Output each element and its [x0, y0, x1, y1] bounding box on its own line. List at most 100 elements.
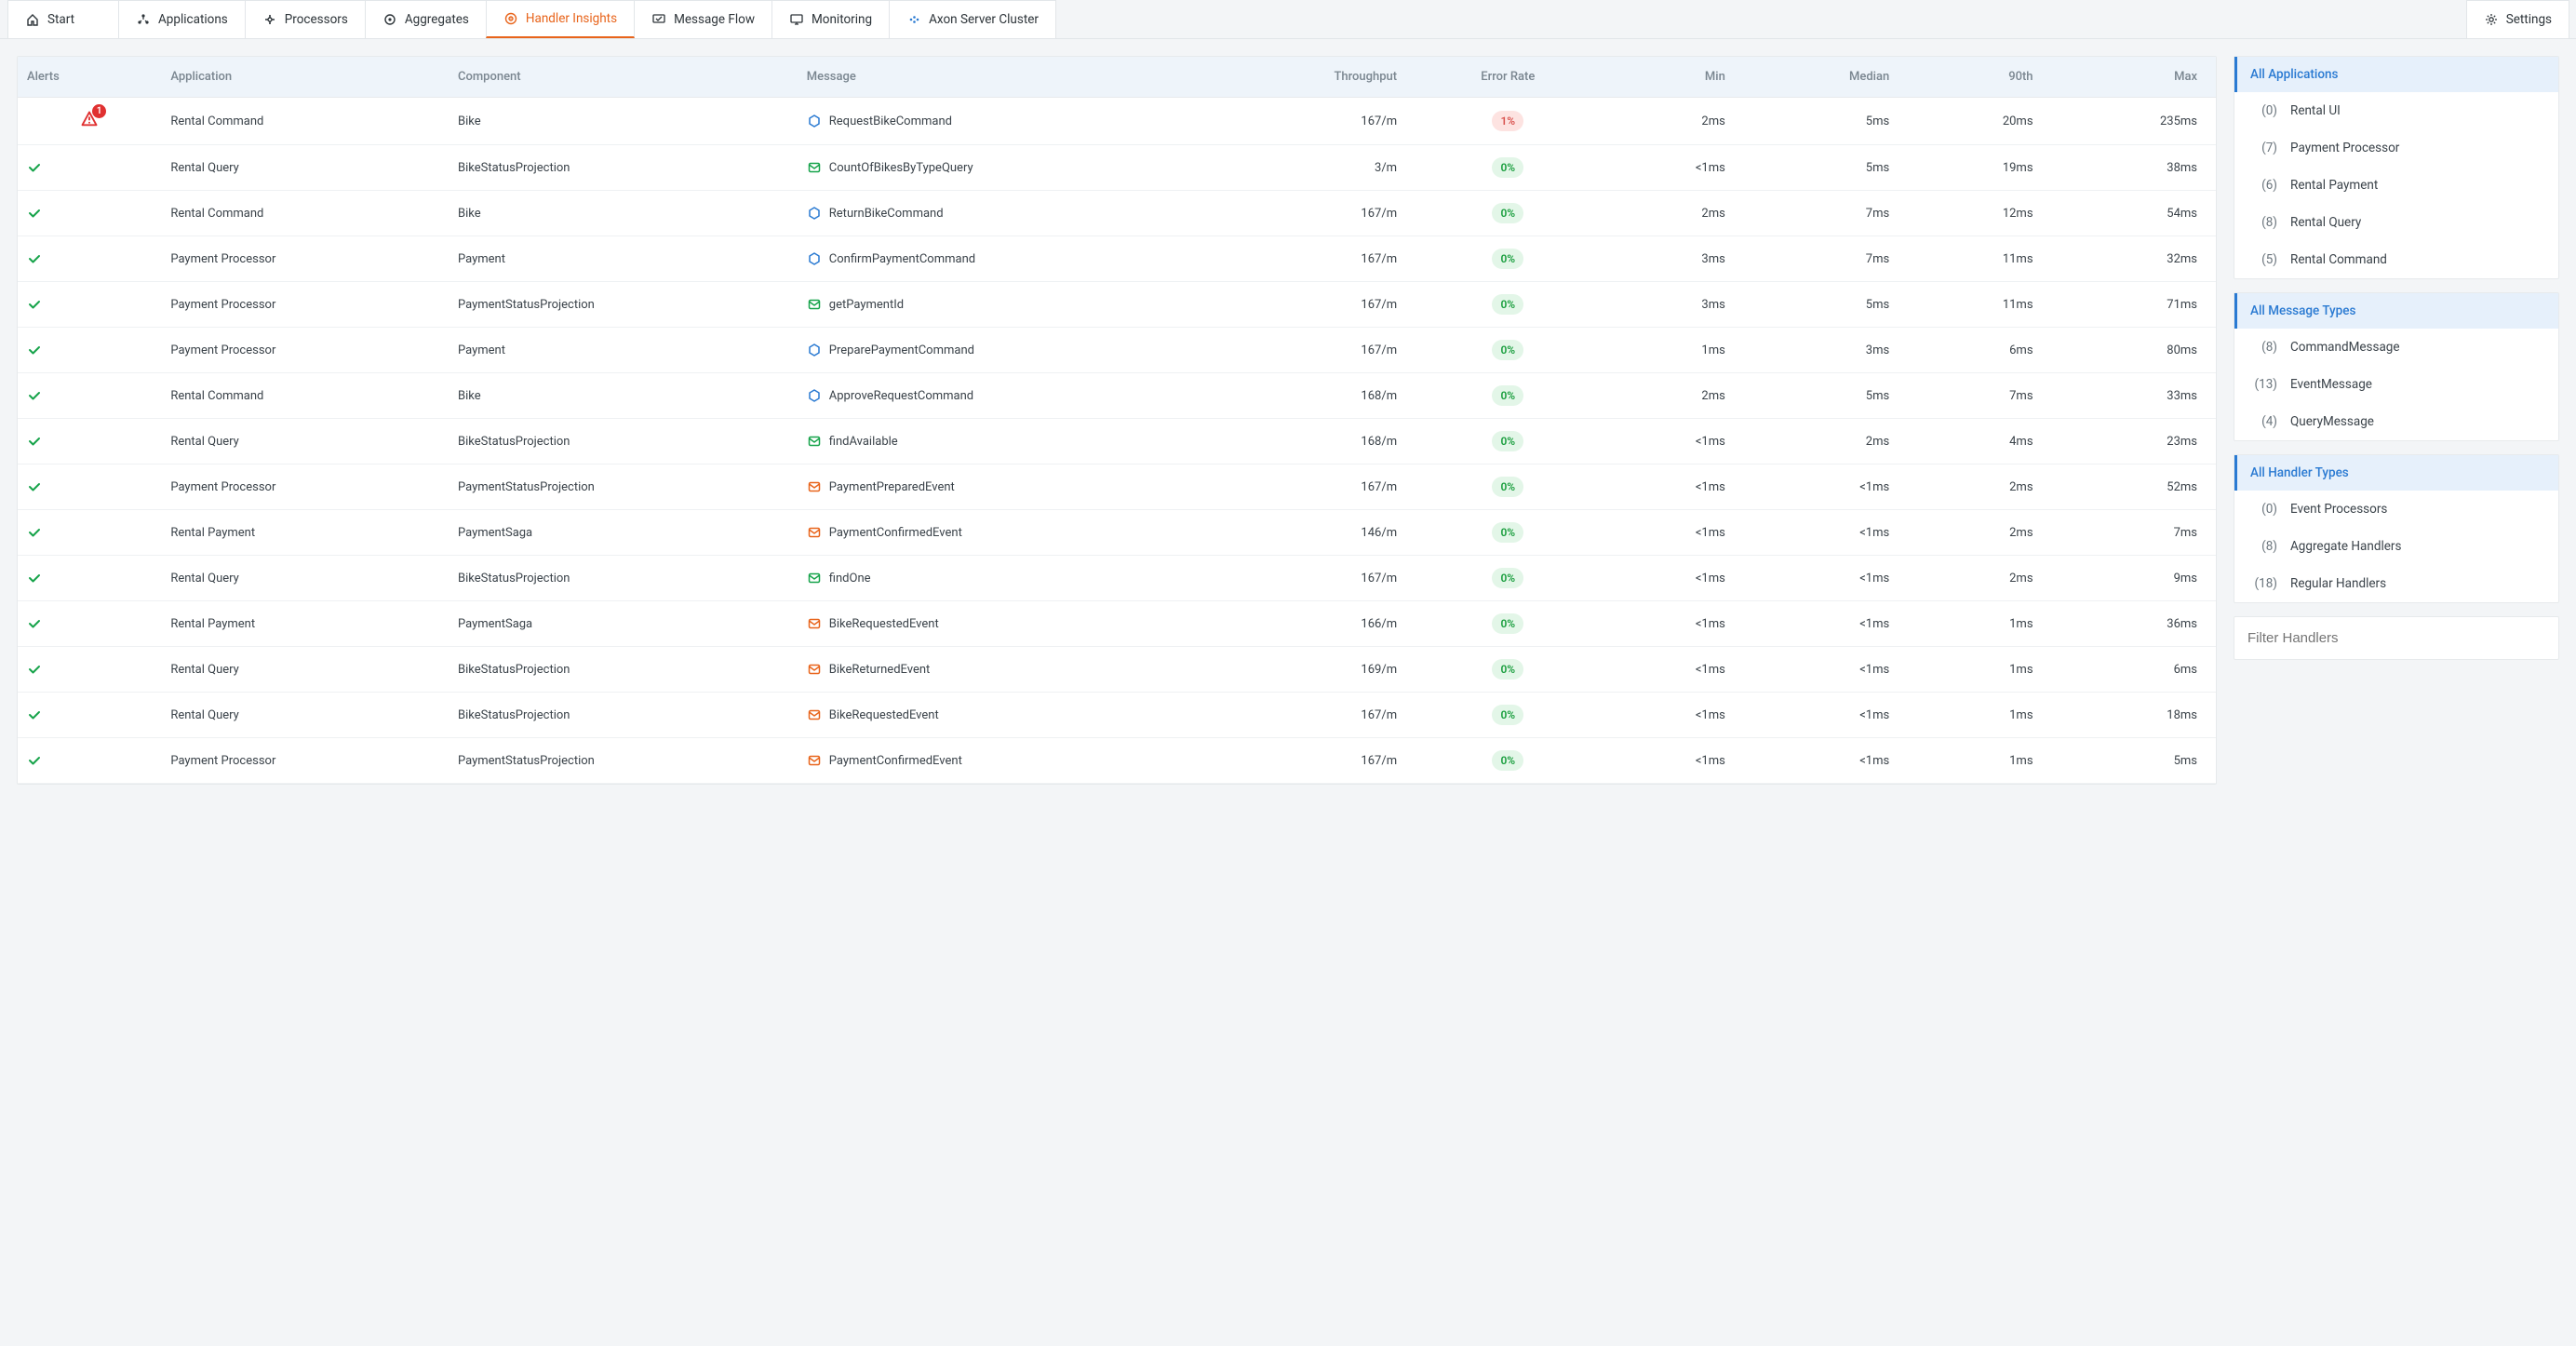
max-cell: 5ms	[2052, 738, 2216, 784]
col-alerts[interactable]: Alerts	[18, 57, 161, 98]
query-icon	[807, 434, 822, 449]
message-name: findAvailable	[829, 435, 898, 449]
table-row[interactable]: Rental CommandBikeApproveRequestCommand1…	[18, 373, 2216, 419]
tab-monitoring[interactable]: Monitoring	[771, 0, 890, 38]
throughput-cell: 166/m	[1211, 601, 1415, 647]
filter-message-types-group: All Message Types (8) CommandMessage (13)E…	[2234, 292, 2559, 441]
table-row[interactable]: Payment ProcessorPaymentPreparePaymentCo…	[18, 328, 2216, 373]
sidebar-item-application[interactable]: (8)Rental Query	[2234, 204, 2558, 241]
sidebar-item-handler-type[interactable]: (8)Aggregate Handlers	[2234, 528, 2558, 565]
col-max[interactable]: Max	[2052, 57, 2216, 98]
alert-cell	[18, 647, 161, 693]
sidebar-item-count: (8)	[2249, 340, 2277, 355]
col-throughput[interactable]: Throughput	[1211, 57, 1415, 98]
error-rate-cell: 0%	[1415, 282, 1600, 328]
col-message[interactable]: Message	[798, 57, 1211, 98]
sidebar-item-handler-type[interactable]: (0)Event Processors	[2234, 491, 2558, 528]
table-row[interactable]: Rental PaymentPaymentSagaBikeRequestedEv…	[18, 601, 2216, 647]
throughput-cell: 168/m	[1211, 419, 1415, 464]
message-cell: getPaymentId	[798, 282, 1211, 328]
message-cell: PreparePaymentCommand	[798, 328, 1211, 373]
max-cell: 33ms	[2052, 373, 2216, 419]
gear-icon	[2484, 12, 2499, 27]
sidebar-item-label: CommandMessage	[2290, 340, 2400, 355]
tab-axon-cluster[interactable]: Axon Server Cluster	[889, 0, 1056, 38]
table-row[interactable]: Rental QueryBikeStatusProjectionBikeRequ…	[18, 693, 2216, 738]
table-row[interactable]: Payment ProcessorPaymentStatusProjection…	[18, 464, 2216, 510]
sidebar-item-application[interactable]: (5)Rental Command	[2234, 241, 2558, 278]
throughput-cell: 169/m	[1211, 647, 1415, 693]
col-90th[interactable]: 90th	[1908, 57, 2051, 98]
table-row[interactable]: Rental QueryBikeStatusProjectionBikeRetu…	[18, 647, 2216, 693]
filter-applications-header[interactable]: All Applications	[2234, 57, 2558, 92]
sidebar-item-label: Rental Command	[2290, 252, 2387, 267]
sidebar-item-message-type[interactable]: (8) CommandMessage	[2234, 329, 2558, 366]
sidebar-item-message-type[interactable]: (13)EventMessage	[2234, 366, 2558, 403]
alert-cell	[18, 556, 161, 601]
median-cell: 5ms	[1744, 373, 1908, 419]
target-icon	[503, 11, 518, 26]
error-rate-cell: 0%	[1415, 328, 1600, 373]
p90-cell: 11ms	[1908, 282, 2051, 328]
tab-aggregates[interactable]: Aggregates	[365, 0, 487, 38]
col-min[interactable]: Min	[1601, 57, 1744, 98]
p90-cell: 1ms	[1908, 738, 2051, 784]
sidebar-item-application[interactable]: (0)Rental UI	[2234, 92, 2558, 129]
tab-processors[interactable]: Processors	[245, 0, 366, 38]
max-cell: 7ms	[2052, 510, 2216, 556]
sidebar-item-application[interactable]: (7)Payment Processor	[2234, 129, 2558, 167]
max-cell: 9ms	[2052, 556, 2216, 601]
table-row[interactable]: Payment ProcessorPaymentStatusProjection…	[18, 738, 2216, 784]
tab-settings[interactable]: Settings	[2466, 0, 2569, 38]
query-icon	[807, 160, 822, 175]
sidebar-item-label: EventMessage	[2290, 377, 2372, 392]
alert-cell	[18, 419, 161, 464]
application-cell: Payment Processor	[161, 282, 449, 328]
table-row[interactable]: Rental QueryBikeStatusProjectionCountOfB…	[18, 145, 2216, 191]
max-cell: 52ms	[2052, 464, 2216, 510]
min-cell: <1ms	[1601, 647, 1744, 693]
error-rate-cell: 0%	[1415, 373, 1600, 419]
filter-applications-group: All Applications (0)Rental UI(7)Payment …	[2234, 56, 2559, 279]
filter-handlers-input[interactable]	[2234, 617, 2558, 659]
col-median[interactable]: Median	[1744, 57, 1908, 98]
component-cell: PaymentStatusProjection	[449, 738, 798, 784]
table-row[interactable]: Rental QueryBikeStatusProjectionfindOne1…	[18, 556, 2216, 601]
message-cell: PaymentConfirmedEvent	[798, 510, 1211, 556]
component-cell: BikeStatusProjection	[449, 693, 798, 738]
col-application[interactable]: Application	[161, 57, 449, 98]
check-icon	[27, 616, 152, 631]
table-row[interactable]: Rental QueryBikeStatusProjectionfindAvai…	[18, 419, 2216, 464]
table-row[interactable]: Rental CommandBikeReturnBikeCommand167/m…	[18, 191, 2216, 236]
sidebar-item-handler-type[interactable]: (18)Regular Handlers	[2234, 565, 2558, 602]
sidebar-item-count: (7)	[2249, 141, 2277, 155]
col-component[interactable]: Component	[449, 57, 798, 98]
error-rate-pill: 0%	[1492, 568, 1523, 588]
sidebar-item-application[interactable]: (6)Rental Payment	[2234, 167, 2558, 204]
message-name: PaymentConfirmedEvent	[829, 754, 962, 768]
sidebar-item-message-type[interactable]: (4)QueryMessage	[2234, 403, 2558, 440]
application-cell: Rental Payment	[161, 601, 449, 647]
message-name: PaymentPreparedEvent	[829, 480, 955, 494]
message-name: BikeReturnedEvent	[829, 663, 931, 677]
filter-message-types-header[interactable]: All Message Types	[2234, 293, 2558, 329]
tab-message-flow[interactable]: Message Flow	[634, 0, 772, 38]
error-rate-pill: 0%	[1492, 750, 1523, 771]
table-row[interactable]: Payment ProcessorPaymentConfirmPaymentCo…	[18, 236, 2216, 282]
error-rate-cell: 0%	[1415, 601, 1600, 647]
filter-handler-types-header[interactable]: All Handler Types	[2234, 455, 2558, 491]
message-cell: ReturnBikeCommand	[798, 191, 1211, 236]
tab-start[interactable]: Start	[7, 0, 119, 38]
tab-applications[interactable]: Applications	[118, 0, 246, 38]
min-cell: <1ms	[1601, 464, 1744, 510]
table-row[interactable]: Rental PaymentPaymentSagaPaymentConfirme…	[18, 510, 2216, 556]
min-cell: <1ms	[1601, 419, 1744, 464]
table-row[interactable]: Payment ProcessorPaymentStatusProjection…	[18, 282, 2216, 328]
table-row[interactable]: 1Rental CommandBikeRequestBikeCommand167…	[18, 98, 2216, 145]
median-cell: <1ms	[1744, 647, 1908, 693]
processors-icon	[262, 12, 277, 27]
tab-handler-insights[interactable]: Handler Insights	[486, 0, 635, 38]
col-error-rate[interactable]: Error Rate	[1415, 57, 1600, 98]
error-rate-cell: 0%	[1415, 647, 1600, 693]
tab-start-label: Start	[47, 12, 74, 27]
